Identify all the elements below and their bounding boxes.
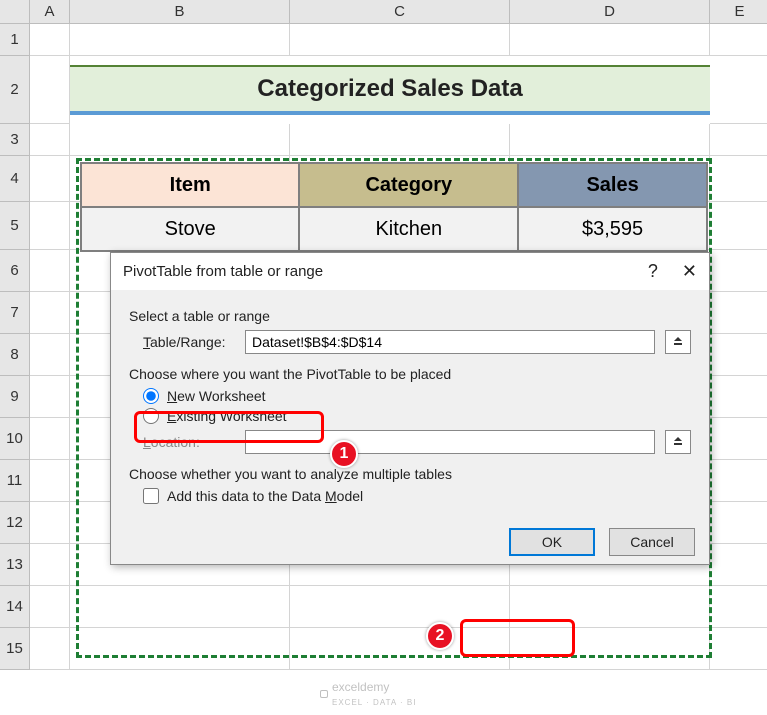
row-header-4[interactable]: 4 — [0, 156, 30, 202]
watermark-tagline: EXCEL · DATA · BI — [332, 698, 416, 707]
watermark-icon — [320, 690, 328, 698]
row-header-12[interactable]: 12 — [0, 502, 30, 544]
label-new-worksheet: New Worksheet — [167, 388, 266, 404]
col-header-C[interactable]: C — [290, 0, 510, 24]
annotation-bubble-1: 1 — [330, 440, 358, 468]
row-header-7[interactable]: 7 — [0, 292, 30, 334]
col-header-A[interactable]: A — [30, 0, 70, 24]
row-header-8[interactable]: 8 — [0, 334, 30, 376]
section-placement: Choose where you want the PivotTable to … — [129, 366, 691, 382]
close-icon[interactable]: ✕ — [682, 261, 697, 282]
row-header-10[interactable]: 10 — [0, 418, 30, 460]
row-header-14[interactable]: 14 — [0, 586, 30, 628]
table-row: Stove Kitchen $3,595 — [81, 207, 707, 251]
label-existing-worksheet: Existing Worksheet — [167, 408, 287, 424]
dialog-title: PivotTable from table or range — [123, 263, 323, 280]
pivottable-dialog: PivotTable from table or range ? ✕ Selec… — [110, 252, 710, 565]
ok-button[interactable]: OK — [509, 528, 595, 556]
cell-item[interactable]: Stove — [81, 207, 299, 251]
watermark: exceldemy EXCEL · DATA · BI — [320, 680, 416, 708]
row-header-9[interactable]: 9 — [0, 376, 30, 418]
location-input[interactable] — [245, 430, 655, 454]
col-header-E[interactable]: E — [710, 0, 767, 24]
section-multiple-tables: Choose whether you want to analyze multi… — [129, 466, 691, 482]
row-header-2[interactable]: 2 — [0, 56, 30, 124]
radio-existing-worksheet[interactable] — [143, 408, 159, 424]
range-picker-button[interactable] — [665, 330, 691, 354]
row-header-1[interactable]: 1 — [0, 24, 30, 56]
row-header-6[interactable]: 6 — [0, 250, 30, 292]
worksheet-title: Categorized Sales Data — [70, 65, 710, 115]
watermark-brand: exceldemy — [332, 680, 389, 694]
select-all-corner[interactable] — [0, 0, 30, 24]
checkbox-data-model[interactable] — [143, 488, 159, 504]
cell-sales[interactable]: $3,595 — [518, 207, 707, 251]
col-header-B[interactable]: B — [70, 0, 290, 24]
label-location: Location: — [143, 434, 235, 450]
help-icon[interactable]: ? — [648, 261, 658, 282]
collapse-icon — [672, 336, 684, 348]
label-data-model: Add this data to the Data Model — [167, 488, 363, 504]
worksheet-title-cell: Categorized Sales Data — [70, 56, 710, 124]
header-category: Category — [299, 163, 518, 207]
annotation-bubble-2: 2 — [426, 622, 454, 650]
section-select-range: Select a table or range — [129, 308, 691, 324]
radio-new-worksheet[interactable] — [143, 388, 159, 404]
dialog-titlebar: PivotTable from table or range ? ✕ — [111, 253, 709, 290]
col-header-D[interactable]: D — [510, 0, 710, 24]
row-header-11[interactable]: 11 — [0, 460, 30, 502]
collapse-icon — [672, 436, 684, 448]
header-sales: Sales — [518, 163, 707, 207]
row-header-3[interactable]: 3 — [0, 124, 30, 156]
label-tablerange: Table/Range: — [143, 334, 235, 350]
row-header-15[interactable]: 15 — [0, 628, 30, 670]
cell-category[interactable]: Kitchen — [299, 207, 518, 251]
row-header-5[interactable]: 5 — [0, 202, 30, 250]
row-header-13[interactable]: 13 — [0, 544, 30, 586]
header-item: Item — [81, 163, 299, 207]
cancel-button[interactable]: Cancel — [609, 528, 695, 556]
sales-table: Item Category Sales Stove Kitchen $3,595 — [80, 162, 708, 252]
location-picker-button[interactable] — [665, 430, 691, 454]
tablerange-input[interactable] — [245, 330, 655, 354]
